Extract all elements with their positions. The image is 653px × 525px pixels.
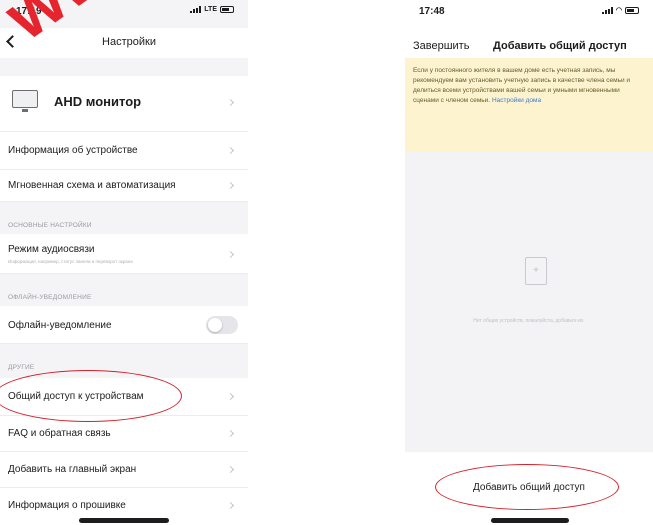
network-type: LTE — [204, 6, 217, 13]
faq-row[interactable]: FAQ и обратная связь — [0, 416, 248, 452]
home-indicator — [79, 518, 169, 523]
chevron-right-icon — [226, 250, 235, 259]
add-sharing-screen: 17:48 ◠ Завершить Добавить общий доступ … — [405, 0, 653, 525]
audio-mode-subtitle: Информация, например, статус панели и пе… — [8, 259, 133, 264]
page-title: Настройки — [102, 36, 156, 48]
status-bar: 17:48 ◠ — [405, 0, 653, 22]
chevron-right-icon — [226, 98, 235, 107]
section-header-other: ДРУГИЕ — [8, 364, 35, 371]
empty-message: Нет общих устройств, пожалуйста, добавьт… — [473, 318, 585, 324]
offline-notification-label: Офлайн-уведомление — [8, 320, 112, 331]
chevron-right-icon — [226, 465, 235, 474]
chevron-right-icon — [226, 146, 235, 155]
faq-label: FAQ и обратная связь — [8, 428, 111, 439]
firmware-info-label: Информация о прошивке — [8, 500, 126, 511]
add-home-screen-label: Добавить на главный экран — [8, 464, 137, 475]
battery-icon — [625, 6, 639, 14]
info-notice: Если у постоянного жителя в вашем доме е… — [405, 58, 653, 152]
header: Завершить Добавить общий доступ — [405, 36, 653, 58]
monitor-icon — [12, 90, 38, 112]
wifi-icon: ◠ — [615, 7, 622, 14]
status-indicators: LTE — [190, 6, 234, 13]
scenes-label: Мгновенная схема и автоматизация — [8, 180, 176, 191]
nav-bar: Настройки — [0, 28, 248, 58]
chevron-right-icon — [226, 429, 235, 438]
chevron-right-icon — [226, 392, 235, 401]
page-title: Добавить общий доступ — [493, 40, 627, 52]
finish-button[interactable]: Завершить — [413, 40, 469, 52]
home-indicator — [491, 518, 569, 523]
signal-icon — [601, 6, 613, 14]
chevron-right-icon — [226, 181, 235, 190]
annotation-ellipse — [435, 464, 619, 510]
add-home-screen-row[interactable]: Добавить на главный экран — [0, 452, 248, 488]
status-indicators: ◠ — [601, 6, 639, 14]
device-info-row[interactable]: Информация об устройстве — [0, 132, 248, 170]
scenes-row[interactable]: Мгновенная схема и автоматизация — [0, 170, 248, 202]
offline-notification-row: Офлайн-уведомление — [0, 306, 248, 344]
annotation-ellipse — [0, 370, 182, 422]
status-time: 17:19 — [16, 6, 42, 17]
section-header-basic: ОСНОВНЫЕ НАСТРОЙКИ — [8, 222, 92, 229]
audio-mode-row[interactable]: Режим аудиосвязи Информация, например, с… — [0, 234, 248, 274]
device-name: AHD монитор — [54, 94, 142, 109]
device-row[interactable]: AHD монитор — [0, 76, 248, 132]
signal-icon — [190, 6, 202, 13]
shared-devices-empty-state: Нет общих устройств, пожалуйста, добавьт… — [405, 152, 653, 452]
audio-mode-label: Режим аудиосвязи — [8, 244, 95, 255]
offline-notification-toggle[interactable] — [206, 316, 238, 334]
status-bar: 17:19 LTE — [0, 0, 248, 22]
status-time: 17:48 — [419, 6, 445, 17]
home-settings-link[interactable]: Настройки дома — [492, 97, 541, 104]
battery-icon — [220, 6, 234, 13]
add-document-icon — [525, 257, 547, 285]
device-info-label: Информация об устройстве — [8, 145, 138, 156]
chevron-right-icon — [226, 501, 235, 510]
section-header-offline: ОФЛАЙН-УВЕДОМЛЕНИЕ — [8, 294, 92, 301]
settings-screen: 17:19 LTE Настройки AHD монитор Информац… — [0, 0, 248, 525]
